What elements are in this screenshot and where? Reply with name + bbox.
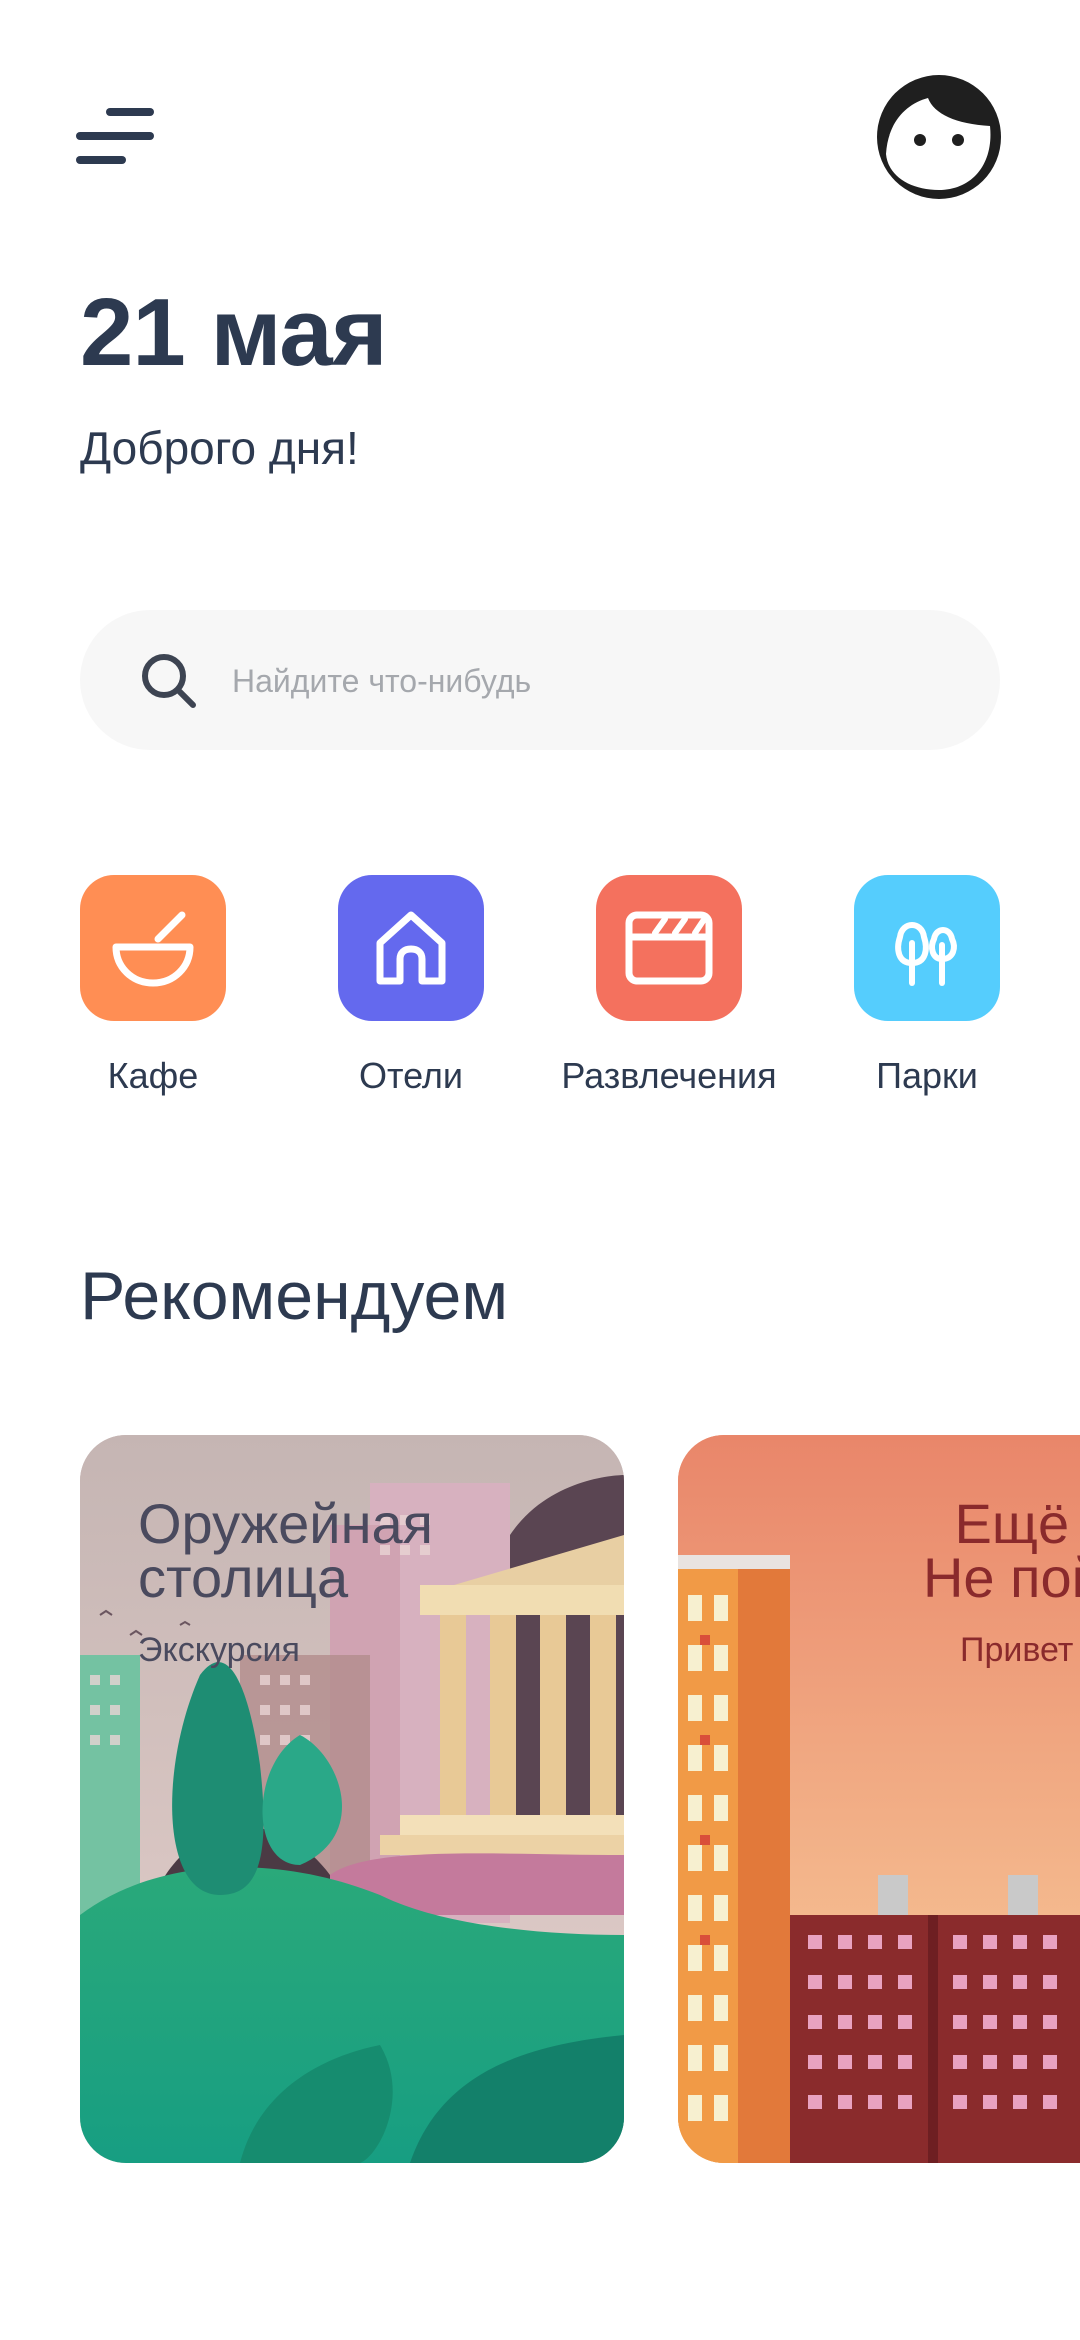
category-hotels[interactable]: Отели bbox=[291, 875, 531, 1125]
house-icon bbox=[376, 911, 446, 985]
recommend-card[interactable]: Ещё что Не пойму Привет bbox=[678, 1435, 1080, 2163]
greeting-text: Доброго дня! bbox=[80, 422, 359, 474]
page-title-date: 21 мая bbox=[80, 279, 388, 386]
menu-icon bbox=[76, 108, 154, 164]
category-cafe[interactable]: Кафе bbox=[33, 875, 273, 1125]
category-label: Развлечения bbox=[561, 1055, 777, 1096]
face-avatar-icon bbox=[877, 75, 1001, 199]
bowl-icon bbox=[112, 911, 194, 987]
recommend-card[interactable]: Оружейная столица Экскурсия bbox=[80, 1435, 624, 2163]
search-icon bbox=[142, 654, 196, 708]
category-label: Отели bbox=[358, 1055, 464, 1096]
search-input[interactable] bbox=[230, 650, 954, 712]
card-subtitle: Привет bbox=[960, 1631, 1074, 1669]
category-label: Парки bbox=[876, 1055, 978, 1096]
category-parks[interactable]: Парки bbox=[807, 875, 1047, 1125]
menu-button[interactable] bbox=[70, 98, 166, 182]
search-bar[interactable] bbox=[80, 610, 1000, 750]
category-parks-tile bbox=[854, 875, 1000, 1021]
card-title: Ещё что Не пойму bbox=[922, 1492, 1080, 1609]
category-hotels-tile bbox=[338, 875, 484, 1021]
category-entertainment-tile bbox=[596, 875, 742, 1021]
section-title-recommended: Рекомендуем bbox=[80, 1258, 509, 1334]
trees-icon bbox=[895, 922, 957, 986]
clapperboard-icon bbox=[625, 911, 713, 985]
category-label: Кафе bbox=[107, 1055, 199, 1096]
card-title: Оружейная столица bbox=[138, 1492, 433, 1609]
category-entertainment[interactable]: Развлечения bbox=[549, 875, 789, 1125]
category-cafe-tile bbox=[80, 875, 226, 1021]
avatar[interactable] bbox=[876, 74, 1002, 200]
card-subtitle: Экскурсия bbox=[138, 1631, 300, 1669]
